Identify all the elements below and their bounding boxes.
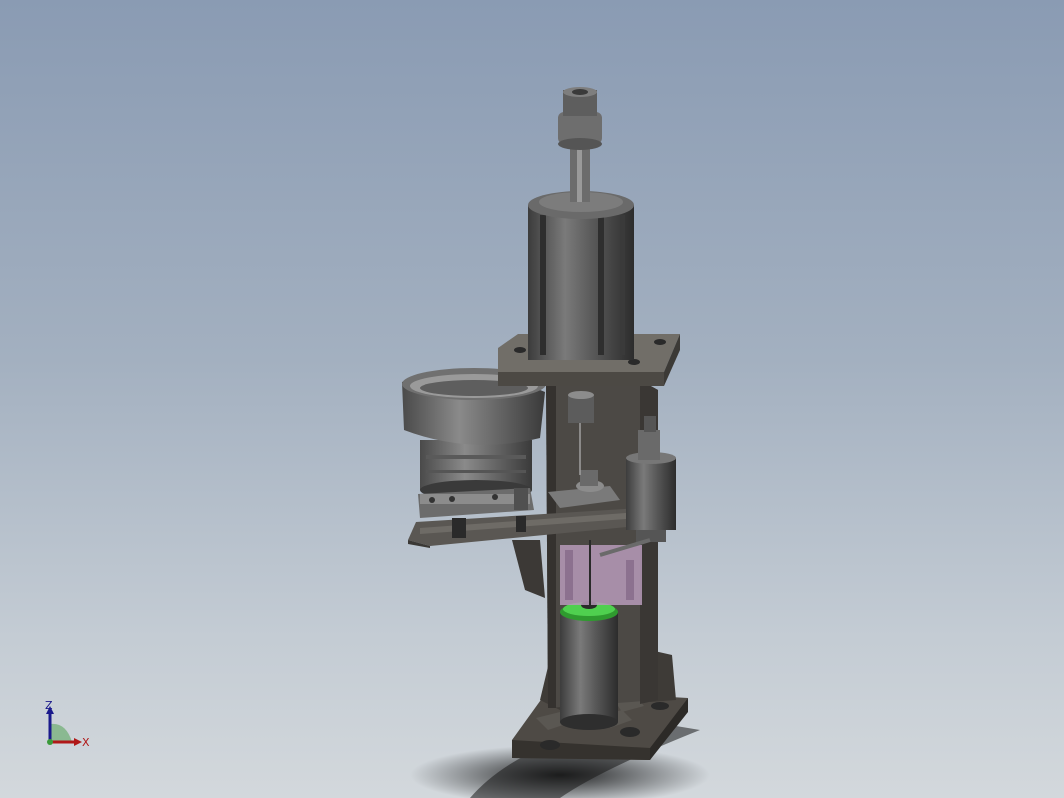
piston-rod [558,87,602,202]
bowl-feeder [402,368,546,500]
triad-origin [47,739,53,745]
cad-viewport[interactable]: Z X [0,0,1064,798]
triad-z-label: Z [45,699,53,712]
main-pneumatic-cylinder [528,191,634,360]
pink-bracket [560,540,642,605]
bowl-support-bracket [512,540,545,598]
triad-x-label: X [82,736,90,749]
slide-foot-left [452,518,466,538]
center-coupling-nut [568,391,594,423]
lower-cylinder [560,612,618,730]
triad-x-arrow-icon [74,738,82,746]
triad-yz-plane-icon [50,723,72,742]
machine-assembly-model[interactable] [0,0,1064,798]
slide-foot-right [516,516,526,532]
